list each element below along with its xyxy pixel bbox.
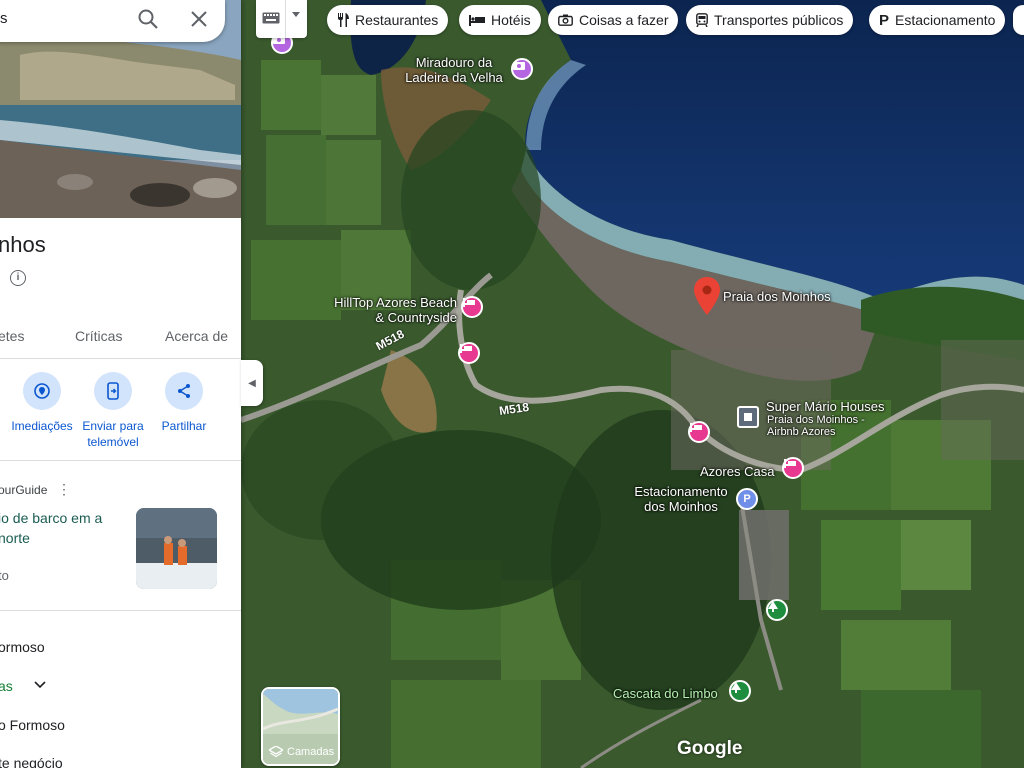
red-location-pin-icon[interactable] bbox=[694, 277, 720, 315]
hotel-pin-icon[interactable] bbox=[461, 296, 483, 318]
label-estacionamento[interactable]: Estacionamento dos Moinhos bbox=[626, 484, 736, 514]
divider bbox=[0, 610, 241, 611]
nearby-button[interactable]: Imediações bbox=[4, 372, 80, 434]
search-box[interactable]: s bbox=[0, 0, 225, 42]
send-to-phone-icon bbox=[94, 372, 132, 410]
tree-pin-icon[interactable] bbox=[766, 599, 788, 621]
camera-icon bbox=[558, 14, 573, 26]
nearby-icon bbox=[23, 372, 61, 410]
map-canvas[interactable]: M518 M518 Miradouro da Ladeira da Velha … bbox=[241, 0, 1024, 768]
tab-reviews[interactable]: Críticas bbox=[75, 328, 122, 344]
label-super-mario-sub[interactable]: Praia dos Moinhos - Airbnb Azores bbox=[767, 414, 877, 438]
send-to-phone-label: Enviar para telemóvel bbox=[82, 419, 144, 449]
chip-public-transport[interactable]: Transportes públicos bbox=[686, 5, 854, 35]
guide-title[interactable]: io de barco em a norte bbox=[0, 508, 118, 548]
label-super-mario-houses[interactable]: Super Mário Houses bbox=[766, 399, 885, 414]
hotel-pin-icon[interactable] bbox=[782, 457, 804, 479]
chip-label: Coisas a fazer bbox=[579, 12, 669, 28]
layers-label: Camadas bbox=[287, 746, 335, 758]
chip-parking[interactable]: P Estacionamento bbox=[869, 5, 1006, 35]
label-praia-dos-moinhos[interactable]: Praia dos Moinhos bbox=[723, 289, 831, 304]
place-title: nhos bbox=[0, 232, 46, 257]
hotel-pin-icon[interactable] bbox=[688, 421, 710, 443]
hotel-icon bbox=[469, 14, 485, 26]
layers-icon bbox=[269, 746, 283, 758]
list-item[interactable]: ormoso bbox=[0, 639, 45, 655]
label-hilltop-azores[interactable]: HillTop Azores Beach & Countryside bbox=[327, 295, 457, 325]
label-azores-casa[interactable]: Azores Casa bbox=[700, 464, 774, 479]
place-tabs: etes Críticas Acerca de bbox=[0, 318, 241, 359]
camera-pin-icon[interactable] bbox=[511, 58, 533, 80]
chip-restaurants[interactable]: Restaurantes bbox=[327, 5, 449, 35]
tree-pin-icon[interactable] bbox=[729, 680, 751, 702]
transit-icon bbox=[696, 13, 708, 27]
info-icon[interactable]: i bbox=[10, 270, 26, 286]
send-to-phone-button[interactable]: Enviar para telemóvel bbox=[75, 372, 151, 450]
satellite-imagery bbox=[241, 0, 1024, 768]
close-icon[interactable] bbox=[188, 8, 210, 30]
place-panel: s nhos ) i etes Críticas Acerca de Imedi… bbox=[0, 0, 241, 768]
share-button[interactable]: Partilhar bbox=[146, 372, 222, 434]
google-logo: Google bbox=[677, 738, 743, 759]
search-icon[interactable] bbox=[137, 8, 159, 30]
tab-about[interactable]: Acerca de bbox=[165, 328, 228, 344]
list-item[interactable]: te negócio bbox=[0, 755, 63, 768]
guide-subtitle: to bbox=[0, 568, 9, 583]
chip-label: Restaurantes bbox=[355, 12, 439, 28]
layers-button[interactable]: Camadas bbox=[261, 687, 340, 766]
search-input[interactable]: s bbox=[0, 10, 8, 27]
chip-label: Hotéis bbox=[491, 12, 531, 28]
chip-things-to-do[interactable]: Coisas a fazer bbox=[548, 5, 679, 35]
chip-label: Transportes públicos bbox=[714, 12, 844, 28]
divider bbox=[0, 460, 241, 461]
keyboard-icon bbox=[262, 12, 280, 24]
label-cascata-do-limbo[interactable]: Cascata do Limbo bbox=[613, 686, 718, 701]
guide-source: ourGuide bbox=[0, 483, 48, 497]
layers-label-group: Camadas bbox=[269, 746, 334, 758]
chevron-left-icon: ◀ bbox=[248, 377, 256, 389]
chip-more[interactable] bbox=[1013, 5, 1024, 35]
bus-stop-icon[interactable] bbox=[737, 406, 759, 428]
restaurant-icon bbox=[338, 13, 349, 27]
hotel-pin-icon[interactable] bbox=[458, 342, 480, 364]
parking-icon: P bbox=[879, 11, 890, 29]
label-miradouro[interactable]: Miradouro da Ladeira da Velha bbox=[399, 55, 509, 85]
share-label: Partilhar bbox=[161, 419, 207, 433]
share-icon bbox=[165, 372, 203, 410]
guide-thumbnail[interactable] bbox=[136, 508, 217, 589]
list-item[interactable]: o Formoso bbox=[0, 717, 65, 733]
chip-hotels[interactable]: Hotéis bbox=[459, 5, 541, 35]
caret-down-icon[interactable] bbox=[292, 12, 300, 18]
nearby-label: Imediações bbox=[11, 419, 73, 433]
collapse-panel-button[interactable]: ◀ bbox=[241, 360, 263, 406]
tab-fragment[interactable]: etes bbox=[0, 328, 24, 344]
list-item[interactable]: as bbox=[0, 678, 13, 694]
chip-label: Estacionamento bbox=[895, 12, 996, 28]
more-options-icon[interactable]: ⋮ bbox=[57, 481, 71, 498]
input-tools-button[interactable] bbox=[256, 0, 307, 38]
parking-pin-icon[interactable]: P bbox=[736, 488, 758, 510]
chevron-down-icon[interactable] bbox=[34, 678, 46, 692]
